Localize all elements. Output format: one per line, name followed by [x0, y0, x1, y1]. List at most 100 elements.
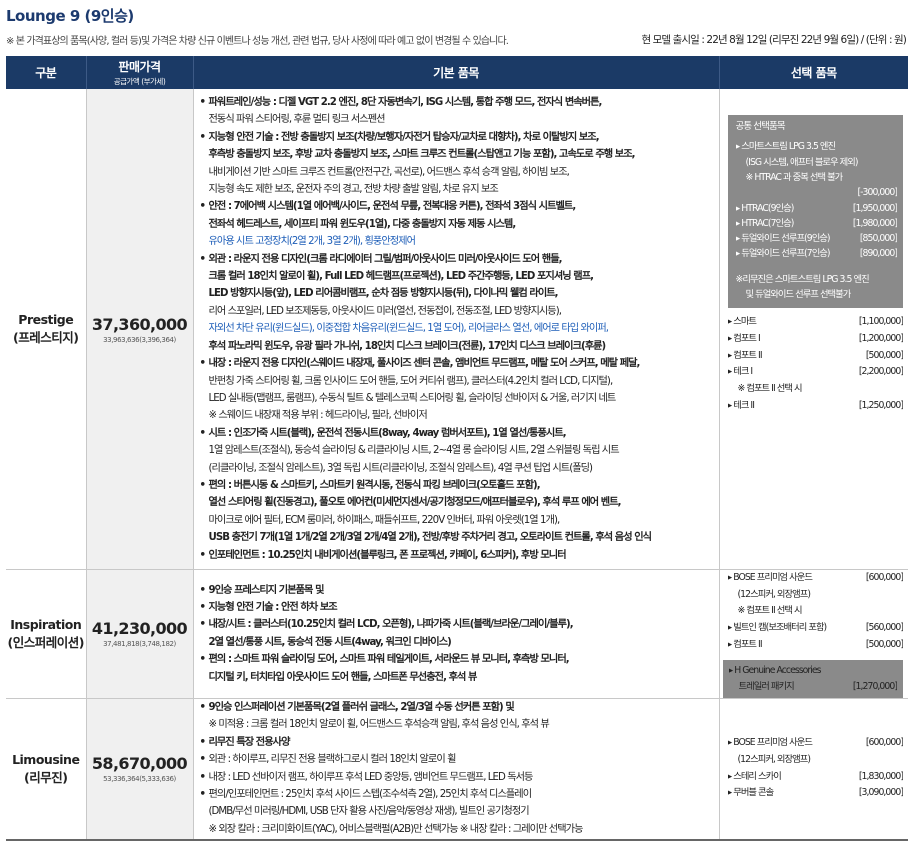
list-item-text: 안전 : 7에어백 시스템(1열 에어백/사이드, 운전석 무릎, 전복대응 커… [208, 201, 577, 213]
list-item: 후측방 충돌방지 보조, 후방 교차 충돌방지 보조, 스마트 크루즈 컨트롤(… [200, 146, 717, 163]
options-cell: ▸ BOSE 프리미엄 사운드 [600,000] (12스피커, 외장앰프) ※… [719, 569, 909, 699]
trim-options-list: ▸ BOSE 프리미엄 사운드 [600,000] (12스피커, 외장앰프) ※… [720, 570, 909, 698]
list-item: (리클라이닝, 조절식 암레스트), 3열 독립 시트(리클라이닝, 조절식 암… [200, 460, 717, 477]
options-cell: 공통 선택품목 ▸ 스마트스트림 LPG 3.5 엔진 (ISG 시스템, 애프… [719, 89, 908, 570]
list-item-text: 크롬 컬러 18인치 알로이 휠), Full LED 헤드램프(프로젝션), … [208, 271, 594, 283]
list-item-text: 시트 : 인조가죽 시트(블랙), 운전석 전동시트(8way, 4way 럼버… [208, 427, 567, 439]
list-item: 9인승 프레스티지 기본품목 및 [200, 582, 717, 600]
option-price-text: [600,000] [865, 572, 903, 583]
list-item: 편의/인포테인먼트 : 25인치 후석 사이드 스텝(조수석측 2열), 25인… [200, 786, 717, 804]
list-item: 지능형 안전 기술 : 안전 하차 보조 [200, 599, 717, 617]
list-item-text: (리클라이닝, 조절식 암레스트), 3열 독립 시트(리클라이닝, 조절식 암… [208, 462, 594, 474]
option-item: 트레일러 패키지 [1,270,000] [729, 679, 898, 695]
header-grade: 구분 [6, 56, 87, 89]
option-price-text: [500,000] [865, 349, 903, 361]
option-detail: (12스피커, 외장앰프) [728, 587, 904, 604]
option-name: ▸ 컴포트 II [727, 349, 763, 361]
list-item: 지능형 속도 제한 보조, 운전자 주의 경고, 전방 차량 출발 알림, 차로… [200, 181, 717, 198]
option-price-text: [1,270,000] [852, 680, 897, 692]
release-date-note: 현 모델 출시일 : 22년 8월 12일 (리무진 22년 9월 6일) / … [641, 34, 906, 46]
option-name: ▸ HTRAC(9인승) [735, 202, 795, 214]
list-item: LED 방향지시등(앞), LED 리어콤비램프, 순차 점등 방향지시등(뒤)… [200, 285, 717, 302]
option-detail: (ISG 시스템, 애프터 블로우 제외) [736, 155, 898, 170]
grade-name-ko: (리무진) [24, 769, 68, 785]
option-item: ▸ 빌트인 캠(보조배터리 포함) [560,000] [728, 620, 904, 637]
grade-cell: Inspiration (인스퍼레이션) [6, 569, 87, 699]
option-name: ▸ 테크 II [727, 399, 755, 411]
list-item: 편의 : 스마트 파워 슬라이딩 도어, 스마트 파워 테일게이트, 서라운드 … [200, 651, 717, 669]
list-item: 외관 : 라운지 전용 디자인(크롬 라디에이터 그릴/범퍼/아웃사이드 미러/… [200, 251, 717, 269]
option-note-text: ※리무진은 스마트스트림 LPG 3.5 엔진 [735, 273, 870, 285]
basic-items-list: 9인승 프레스티지 기본품목 및 지능형 안전 기술 : 안전 하차 보조 내장… [194, 582, 719, 686]
list-item: 지능형 안전 기술 : 전방 충돌방지 보조(차량/보행자/자전거 탑승자/교차… [200, 129, 717, 147]
option-detail-text: (12스피커, 외장앰프) [737, 753, 811, 765]
basic-items-list: 9인승 인스퍼레이션 기본품목(2열 플러쉬 글래스, 2열/3열 수동 선커튼… [194, 699, 719, 838]
option-note-text: ※ 컴포트 II 선택 시 [737, 605, 803, 617]
price-cell: 58,670,000 53,336,364(5,333,636) [86, 698, 194, 841]
list-item: 리어 스포일러, LED 보조제동등, 아웃사이드 미러(열선, 전동접이, 전… [200, 303, 717, 320]
option-name: ▸ 듀얼와이드 선루프(7인승) [735, 248, 831, 260]
option-name: ▸ BOSE 프리미엄 사운드 [727, 572, 813, 583]
list-item-text: 내장 : 라운지 전용 디자인(스웨이드 내장재, 풀사이즈 센터 콘솔, 앰비… [208, 358, 641, 370]
option-price-text: [1,250,000] [858, 399, 903, 411]
option-price-text: [890,000] [859, 248, 897, 260]
list-item-text: USB 충전기 7개(1열 1개/2열 2개/3열 2개/4열 2개), 전방/… [208, 532, 653, 544]
option-note-text: ※ 컴포트 II 선택 시 [737, 383, 803, 395]
option-item: ▸ 듀얼와이드 선루프(9인승) [850,000] [736, 231, 898, 246]
option-price-text: [1,980,000] [852, 217, 897, 229]
option-name: ▸ 빌트인 캠(보조배터리 포함) [727, 622, 828, 634]
list-item: ※ 스웨이드 내장재 적용 부위 : 헤드라이닝, 필라, 선바이저 [200, 407, 717, 424]
list-item: 전동식 파워 스티어링, 후륜 멀티 링크 서스펜션 [200, 111, 717, 128]
option-price-text: [560,000] [865, 622, 903, 634]
option-detail-text: (ISG 시스템, 애프터 블로우 제외) [745, 156, 859, 168]
accessory-options-box: ▸ H Genuine Accessories 트레일러 패키지 [1,270,0… [722, 659, 903, 698]
option-name: ▸ 테크 I [727, 366, 754, 378]
list-item-text: 인포테인먼트 : 10.25인치 내비게이션(블루링크, 폰 프로젝션, 카페이… [208, 549, 567, 561]
header-price: 판매가격 공급가액 (부가세) [86, 56, 194, 89]
basic-items-cell: 파워트레인/성능 : 디젤 VGT 2.2 엔진, 8단 자동변속기, ISG … [193, 89, 720, 570]
option-name: ▸ 컴포트 II [727, 638, 763, 650]
option-name: ▸ 무버블 콘솔 [727, 787, 775, 799]
list-item: 후석 파노라믹 윈도우, 유광 필라 가니쉬, 18인치 디스크 브레이크(전륜… [200, 338, 717, 355]
option-price-text: [2,200,000] [858, 366, 903, 378]
list-item: ※ 미적용 : 크롬 컬러 18인치 알로이 휠, 어드밴스드 후석승객 알림,… [200, 716, 717, 733]
list-item-text: 지능형 안전 기술 : 전방 충돌방지 보조(차량/보행자/자전거 탑승자/교차… [208, 131, 600, 143]
list-item-text: 편의 : 버튼시동 & 스마트키, 스마트키 원격시동, 전동식 파킹 브레이크… [208, 479, 541, 491]
option-item: ▸ BOSE 프리미엄 사운드 [600,000] [728, 570, 904, 587]
option-price-text: [850,000] [859, 233, 897, 245]
option-name: ▸ 스마트스트림 LPG 3.5 엔진 [735, 141, 837, 153]
list-item: USB 충전기 7개(1열 1개/2열 2개/3열 2개/4열 2개), 전방/… [200, 529, 717, 546]
option-price-text: [1,100,000] [858, 316, 903, 328]
grade-name-ko: (프레스티지) [13, 330, 79, 345]
option-name: ▸ H Genuine Accessories [728, 664, 822, 676]
option-item: ▸ 무버블 콘솔 [3,090,000] [728, 785, 904, 802]
option-item: ▸ 컴포트 II [500,000] [728, 348, 904, 365]
list-item-text: (DMB/무선 미러링/HDMI, USB 단자 활용 사진/음악/동영상 재생… [208, 806, 530, 818]
list-item-text: ※ 스웨이드 내장재 적용 부위 : 헤드라이닝, 필라, 선바이저 [208, 410, 428, 422]
option-detail-text: (12스피커, 외장앰프) [737, 588, 811, 600]
option-item: ▸ 스테리 스카이 [1,830,000] [728, 769, 904, 786]
list-item-text: 리무진 특장 전용사양 [208, 736, 291, 748]
list-item-text: 1열 암레스트(조절식), 동승석 슬라이딩 & 리클라이닝 시트, 2~4열 … [208, 445, 620, 457]
list-item-text: 자외선 차단 유리(윈드실드), 이중접합 차음유리(윈드실드, 1열 도어),… [208, 323, 610, 335]
list-item: 유아용 시트 고정장치(2열 2개, 3열 2개), 횡풍안정제어 [200, 233, 717, 250]
list-item-text: 리어 스포일러, LED 보조제동등, 아웃사이드 미러(열선, 전동접이, 전… [208, 305, 562, 317]
list-item-text: LED 실내등(맵램프, 룸램프), 수동식 틸트 & 텔레스코픽 스티어링 휠… [208, 392, 617, 404]
option-price-text: [1,950,000] [852, 202, 897, 214]
list-item-text: 마이크로 에어 필터, ECM 룸미러, 하이패스, 패들쉬프트, 220V 인… [208, 514, 561, 526]
list-item: 내장 : 라운지 전용 디자인(스웨이드 내장재, 풀사이즈 센터 콘솔, 앰비… [200, 355, 717, 373]
list-item: 안전 : 7에어백 시스템(1열 에어백/사이드, 운전석 무릎, 전복대응 커… [200, 198, 717, 216]
grade-name-en: Limousine [12, 751, 80, 767]
option-item: ▸ 테크 II [1,250,000] [728, 398, 904, 415]
option-item: ▸ 컴포트 II [500,000] [728, 637, 904, 654]
list-item: 외관 : 하이루프, 리무진 전용 블랙하그로시 컬러 18인치 알로이 휠 [200, 751, 717, 769]
grade-cell: Prestige (프레스티지) [6, 89, 87, 570]
option-price-text: [1,200,000] [858, 333, 903, 345]
basic-items-list: 파워트레인/성능 : 디젤 VGT 2.2 엔진, 8단 자동변속기, ISG … [194, 94, 719, 564]
option-item: ▸ BOSE 프리미엄 사운드 [600,000] [728, 735, 904, 752]
option-item: ▸ HTRAC(7인승) [1,980,000] [736, 216, 898, 231]
header-price-label: 판매가격 [118, 60, 161, 74]
option-note-text: 및 듀얼와이드 선루프 선택불가 [745, 289, 852, 301]
list-item-text: 유아용 시트 고정장치(2열 2개, 3열 2개), 횡풍안정제어 [208, 236, 416, 248]
option-note: ※리무진은 스마트스트림 LPG 3.5 엔진 [736, 272, 898, 287]
